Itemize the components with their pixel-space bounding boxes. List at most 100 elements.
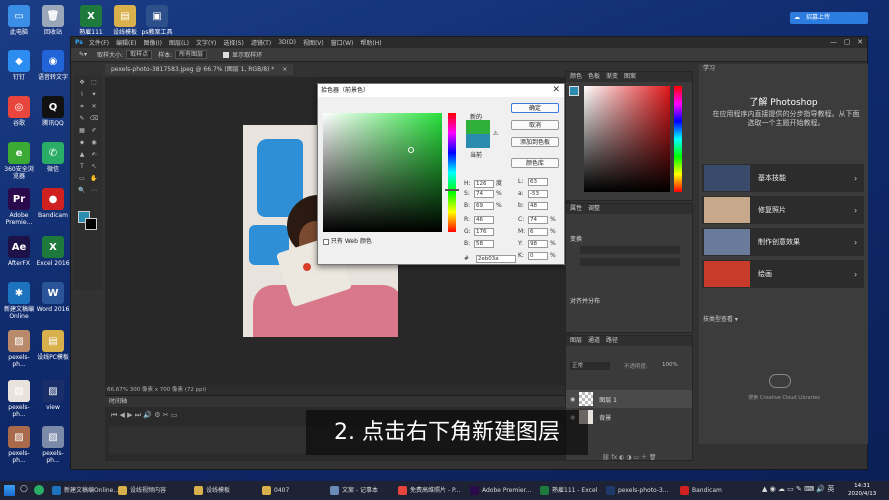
- taskbar-item[interactable]: Adobe Premier...: [470, 484, 531, 497]
- tool-icon[interactable]: ◉: [89, 139, 99, 147]
- layers-footer-icons[interactable]: ⛓ fx ◐ ◑ ▭ ＋ 🗑: [602, 452, 656, 461]
- menu-item[interactable]: 图像(I): [144, 38, 162, 47]
- tool-icon[interactable]: ⋯: [89, 187, 99, 195]
- color-hue-bar[interactable]: [674, 86, 682, 192]
- transform-section[interactable]: 变换: [570, 234, 582, 243]
- tool-icon[interactable]: ✦: [89, 91, 99, 99]
- cloud-upload-button[interactable]: ☁ 招募上传: [790, 12, 868, 24]
- tool-icon[interactable]: ✎: [77, 115, 87, 123]
- panel-tab[interactable]: 渐变: [606, 73, 618, 80]
- panel-tab[interactable]: 通道: [588, 337, 600, 344]
- learn-tab[interactable]: 学习: [699, 64, 723, 74]
- cmyk-field[interactable]: 74: [528, 216, 548, 224]
- tool-icon[interactable]: ✍: [89, 151, 99, 159]
- panel-tab[interactable]: 色板: [588, 73, 600, 80]
- desktop-icon[interactable]: X 熟雇111: [74, 5, 108, 36]
- desktop-icon[interactable]: ▨ pexels-ph...: [2, 380, 36, 418]
- desktop-icon[interactable]: ◎ 谷歌: [2, 96, 36, 127]
- desktop-icon[interactable]: ▨ pexels-ph...: [2, 330, 36, 368]
- panel-tab[interactable]: 颜色: [570, 73, 582, 80]
- canvas-area[interactable]: 拾色器（前景色） ✕ 新的 当前 ⚠ 确定 取消 添加到色板 颜色库 H: 126…: [105, 77, 571, 385]
- tool-icon[interactable]: ⬥: [77, 139, 87, 147]
- sample-select[interactable]: 所有图层: [175, 50, 208, 59]
- blend-mode-select[interactable]: 正常: [570, 362, 610, 370]
- lab-field[interactable]: -53: [528, 190, 548, 198]
- desktop-icon[interactable]: ◉ 语音转文字: [36, 50, 70, 81]
- saturation-brightness-field[interactable]: [323, 113, 442, 232]
- rgb-field[interactable]: 176: [474, 228, 494, 236]
- menu-item[interactable]: 窗口(W): [331, 38, 354, 47]
- cmyk-field[interactable]: 6: [528, 228, 548, 236]
- menu-item[interactable]: 滤镜(T): [251, 38, 271, 47]
- tool-icon[interactable]: ⌫: [89, 115, 99, 123]
- layer-row[interactable]: ◉ 图层 1: [566, 390, 692, 408]
- menu-item[interactable]: 选择(S): [223, 38, 244, 47]
- desktop-icon[interactable]: ▨ pexels-ph...: [2, 426, 36, 464]
- taskbar-item[interactable]: 免费高维照片 - P...: [398, 484, 460, 497]
- visibility-eye-icon[interactable]: ◉: [570, 396, 575, 403]
- minimize-icon[interactable]: —: [830, 38, 837, 46]
- learn-card[interactable]: 制作创意效果 ›: [702, 228, 864, 256]
- add-to-swatches-button[interactable]: 添加到色板: [511, 137, 559, 147]
- desktop-icon[interactable]: ● Bandicam: [36, 188, 70, 219]
- tool-icon[interactable]: ✕: [89, 103, 99, 111]
- desktop-icon[interactable]: ▨ view: [36, 380, 70, 411]
- search-icon[interactable]: ○: [20, 484, 28, 494]
- taskbar-item[interactable]: 文案 - 记事本: [330, 484, 378, 497]
- menu-item[interactable]: 3D(D): [278, 39, 296, 46]
- desktop-icon[interactable]: ▭ 此电脑: [2, 5, 36, 36]
- panel-tab[interactable]: 图案: [624, 73, 636, 80]
- tool-icon[interactable]: ⬚: [89, 79, 99, 87]
- desktop-icon[interactable]: Q 腾讯QQ: [36, 96, 70, 127]
- desktop-icon[interactable]: Ae AfterFX: [2, 236, 36, 267]
- lab-field[interactable]: 63: [528, 178, 548, 186]
- desktop-icon[interactable]: ▤ 设线PC模板: [36, 330, 70, 361]
- maximize-icon[interactable]: ▢: [844, 38, 851, 46]
- lab-field[interactable]: 48: [528, 202, 548, 210]
- learn-card[interactable]: 绘画 ›: [702, 260, 864, 288]
- hex-field[interactable]: 2eb03a: [475, 255, 516, 263]
- cmyk-field[interactable]: 0: [528, 252, 548, 260]
- tool-icon[interactable]: ▦: [77, 127, 87, 135]
- tool-icon[interactable]: ✋: [89, 175, 99, 183]
- menu-item[interactable]: 视图(V): [303, 38, 324, 47]
- tool-icon[interactable]: ▭: [77, 175, 87, 183]
- clock[interactable]: 14:31 2020/4/13: [848, 482, 876, 498]
- document-tab[interactable]: pexels-photo-3817583.jpeg @ 66.7% (图层 1,…: [105, 64, 294, 75]
- desktop-icon[interactable]: ▣ ps教案工具: [140, 5, 174, 36]
- taskbar-item[interactable]: 0407: [262, 484, 289, 497]
- desktop-icon[interactable]: ▨ pexels-ph...: [36, 426, 70, 464]
- show-ring-checkbox[interactable]: [223, 51, 230, 58]
- chrome-icon[interactable]: [34, 485, 44, 495]
- close-icon[interactable]: ✕: [857, 38, 863, 46]
- taskbar-item[interactable]: 熟雇111 - Excel: [540, 484, 597, 497]
- tool-icon[interactable]: ✐: [89, 127, 99, 135]
- tool-icon[interactable]: ⌇: [77, 91, 87, 99]
- tool-icon[interactable]: T: [77, 163, 87, 171]
- panel-tab[interactable]: 调整: [588, 205, 600, 212]
- tool-icon[interactable]: ↖: [89, 163, 99, 171]
- desktop-icon[interactable]: e 360安全浏览器: [2, 142, 36, 180]
- panel-tab[interactable]: 图层: [570, 337, 582, 344]
- eyedropper-icon[interactable]: ✎▾: [79, 51, 87, 58]
- desktop-icon[interactable]: Pr Adobe Premie...: [2, 188, 36, 226]
- rgb-field[interactable]: 46: [474, 216, 494, 224]
- close-tab-icon[interactable]: ×: [282, 66, 287, 73]
- taskbar-item[interactable]: pexels-photo-3...: [606, 484, 669, 497]
- sample-size-select[interactable]: 取样点: [126, 50, 153, 59]
- fg-swatch[interactable]: [569, 86, 579, 96]
- menu-item[interactable]: 帮助(H): [360, 38, 381, 47]
- menu-item[interactable]: 图层(L): [169, 38, 189, 47]
- color-libraries-button[interactable]: 颜色库: [511, 158, 559, 168]
- hue-slider[interactable]: [445, 113, 459, 232]
- opacity-value[interactable]: 100%: [662, 362, 678, 368]
- desktop-icon[interactable]: ✆ 微信: [36, 142, 70, 173]
- cancel-button[interactable]: 取消: [511, 120, 559, 130]
- learn-card[interactable]: 修复照片 ›: [702, 196, 864, 224]
- start-button[interactable]: [4, 485, 15, 496]
- desktop-icon[interactable]: W Word 2016: [36, 282, 70, 313]
- rgb-field[interactable]: 58: [474, 240, 494, 248]
- align-section[interactable]: 对齐并分布: [570, 296, 600, 305]
- taskbar-item[interactable]: Bandicam: [680, 484, 722, 497]
- taskbar-item[interactable]: 设线模板: [194, 484, 230, 497]
